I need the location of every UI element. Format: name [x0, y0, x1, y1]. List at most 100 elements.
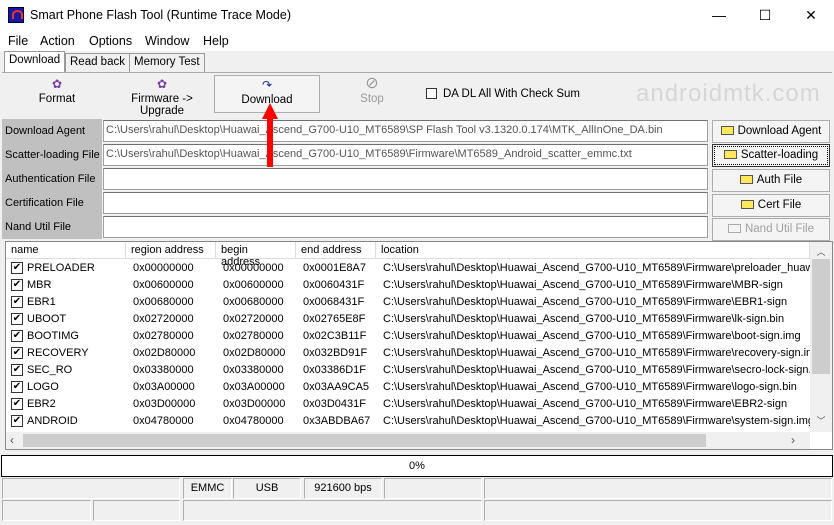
window-title: Smart Phone Flash Tool (Runtime Trace Mo… [30, 8, 291, 22]
cell-region-address: 0x00000000 [133, 262, 194, 274]
status-cell-empty [384, 478, 482, 499]
format-label: Format [38, 93, 76, 105]
cell-begin-address: 0x00600000 [223, 279, 284, 291]
row-checkbox[interactable]: ✔ [11, 347, 23, 359]
nand-util-file-button[interactable]: Nand Util File [712, 218, 830, 241]
status-cell-empty [484, 478, 832, 499]
close-button[interactable]: ✕ [788, 0, 834, 30]
status-cell-empty [2, 478, 180, 499]
horizontal-scroll-thumb[interactable] [23, 434, 706, 447]
cell-begin-address: 0x03380000 [223, 364, 284, 376]
status-cell-empty [484, 500, 832, 521]
scroll-left-icon[interactable]: ‹ [10, 433, 14, 447]
cell-begin-address: 0x00000000 [223, 262, 284, 274]
cell-end-address: 0x02C3B11F [303, 330, 367, 342]
table-row[interactable]: ✔ PRELOADER 0x00000000 0x00000000 0x0001E8A7… [6, 260, 813, 277]
row-checkbox[interactable]: ✔ [11, 313, 23, 325]
status-cell-empty [93, 500, 180, 521]
row-checkbox[interactable]: ✔ [11, 398, 23, 410]
cell-name: MBR [27, 279, 52, 291]
menu-help[interactable]: Help [203, 34, 229, 48]
menu-file[interactable]: File [8, 34, 28, 48]
tab-download[interactable]: Download [4, 51, 66, 72]
download-agent-button[interactable]: Download Agent [712, 120, 830, 143]
auth-file-input[interactable] [103, 168, 708, 190]
table-row[interactable]: ✔ EBR2 0x03D00000 0x03D00000 0x03D0431F C:\Us… [6, 396, 810, 413]
scroll-down-icon[interactable]: ﹀ [810, 414, 832, 427]
column-header-region-address[interactable]: region address [126, 242, 216, 259]
cell-end-address: 0x0060431F [303, 279, 365, 291]
cell-begin-address: 0x02D80000 [223, 347, 286, 359]
tab-memory-test[interactable]: Memory Test [129, 53, 205, 72]
row-checkbox[interactable]: ✔ [11, 381, 23, 393]
checksum-checkbox[interactable] [426, 88, 437, 99]
cell-name: BOOTIMG [27, 330, 79, 342]
cell-region-address: 0x03D00000 [133, 398, 196, 410]
minimize-button[interactable]: — [696, 0, 742, 30]
table-row[interactable]: ✔ SEC_RO 0x03380000 0x03380000 0x03386D1F C:\… [6, 362, 814, 379]
cell-end-address: 0x3ABDBA67 [303, 415, 371, 427]
cert-file-button[interactable]: Cert File [712, 194, 830, 217]
scatter-file-input[interactable]: C:\Users\rahul\Desktop\Huawai_Ascend_G70… [103, 144, 708, 166]
table-row[interactable]: ✔ MBR 0x00600000 0x00600000 0x0060431F C:\Use… [6, 277, 810, 294]
status-connection: USB [233, 478, 301, 499]
firmware-upgrade-button[interactable]: ✿ Firmware -> Upgrade [110, 75, 214, 117]
cell-end-address: 0x032BD91F [303, 347, 368, 359]
scroll-up-icon[interactable]: ︿ [810, 245, 832, 258]
firmware-upgrade-icon: ✿ [156, 77, 168, 91]
cell-begin-address: 0x00680000 [223, 296, 284, 308]
table-row[interactable]: ✔ LOGO 0x03A00000 0x03A00000 0x03AA9CA5 C:\Us… [6, 379, 810, 396]
checksum-label: DA DL All With Check Sum [443, 88, 580, 100]
folder-icon [720, 126, 734, 135]
nand-util-file-input[interactable] [103, 216, 708, 238]
vertical-scroll-thumb[interactable] [812, 259, 830, 374]
status-cell-empty [183, 500, 482, 521]
menu-options[interactable]: Options [89, 34, 132, 48]
folder-icon [739, 175, 753, 184]
cert-file-label: Certification File [2, 191, 102, 215]
row-checkbox[interactable]: ✔ [11, 296, 23, 308]
cell-location: C:\Users\rahul\Desktop\Huawai_Ascend_G70… [383, 296, 788, 308]
format-button[interactable]: ✿ Format [28, 75, 86, 113]
stop-button[interactable]: ⊘ Stop [348, 75, 396, 113]
menu-window[interactable]: Window [145, 34, 189, 48]
cell-region-address: 0x02780000 [133, 330, 194, 342]
auth-file-button[interactable]: Auth File [712, 169, 830, 192]
table-row[interactable]: ✔ ANDROID 0x04780000 0x04780000 0x3ABDBA67 C:… [6, 413, 814, 430]
scroll-right-icon[interactable]: › [791, 433, 795, 447]
maximize-button[interactable]: ☐ [742, 0, 788, 30]
cell-location: C:\Users\rahul\Desktop\Huawai_Ascend_G70… [383, 330, 801, 342]
table-row[interactable]: ✔ EBR1 0x00680000 0x00680000 0x0068431F C:\Us… [6, 294, 810, 311]
cell-location: C:\Users\rahul\Desktop\Huawai_Ascend_G70… [383, 313, 785, 325]
table-row[interactable]: ✔ RECOVERY 0x02D80000 0x02D80000 0x032BD91F C… [6, 345, 815, 362]
column-header-name[interactable]: name [6, 242, 126, 259]
status-baud-rate: 921600 bps [304, 478, 382, 499]
table-row[interactable]: ✔ BOOTIMG 0x02780000 0x02780000 0x02C3B11F C:… [6, 328, 810, 345]
column-header-end-address[interactable]: end address [296, 242, 376, 259]
app-icon [8, 7, 24, 23]
table-row[interactable]: ✔ UBOOT 0x02720000 0x02720000 0x02765E8F C:\U… [6, 311, 810, 328]
cell-location: C:\Users\rahul\Desktop\Huawai_Ascend_G70… [383, 398, 788, 410]
cell-name: ANDROID [27, 415, 78, 427]
auth-file-label: Authentication File [2, 167, 102, 191]
row-checkbox[interactable]: ✔ [11, 262, 23, 274]
row-checkbox[interactable]: ✔ [11, 279, 23, 291]
cert-file-input[interactable] [103, 192, 708, 214]
cell-begin-address: 0x03D00000 [223, 398, 286, 410]
cell-begin-address: 0x03A00000 [223, 381, 285, 393]
menu-action[interactable]: Action [40, 34, 75, 48]
cell-location: C:\Users\rahul\Desktop\Huawai_Ascend_G70… [383, 347, 816, 359]
download-agent-input[interactable]: C:\Users\rahul\Desktop\Huawai_Ascend_G70… [103, 120, 708, 142]
cell-location: C:\Users\rahul\Desktop\Huawai_Ascend_G70… [383, 364, 815, 376]
row-checkbox[interactable]: ✔ [11, 364, 23, 376]
tab-read-back[interactable]: Read back [65, 53, 130, 72]
cell-end-address: 0x02765E8F [303, 313, 366, 325]
scatter-loading-button[interactable]: Scatter-loading [712, 144, 830, 167]
row-checkbox[interactable]: ✔ [11, 415, 23, 427]
firmware-upgrade-label: Firmware -> Upgrade [131, 93, 193, 117]
row-checkbox[interactable]: ✔ [11, 330, 23, 342]
cell-begin-address: 0x02780000 [223, 330, 284, 342]
column-header-location[interactable]: location [376, 242, 810, 259]
column-header-begin-address[interactable]: begin address [216, 242, 296, 268]
button-label: Auth File [756, 174, 803, 186]
